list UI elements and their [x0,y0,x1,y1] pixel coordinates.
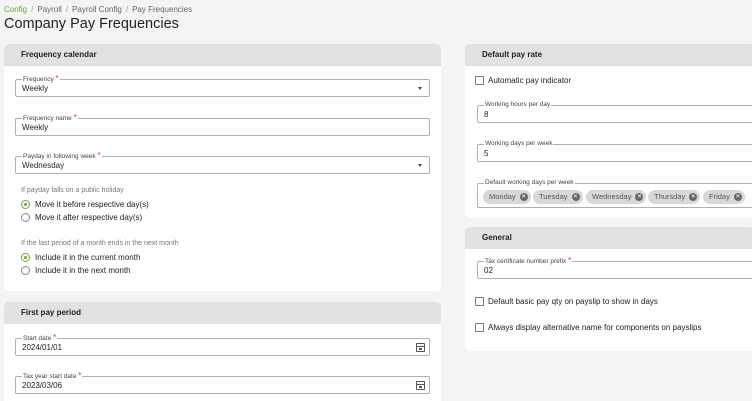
calendar-icon[interactable] [416,381,425,390]
frequency-select[interactable]: Frequency * Weekly [15,74,430,97]
chip-tuesday[interactable]: Tuesday ✕ [533,190,583,204]
tax-certificate-prefix-input[interactable]: Tax certificate number prefix * 02 [477,256,752,279]
radio-label: Include it in the current month [35,253,141,262]
default-working-days-label: Default working days per week [484,178,575,187]
frequency-value: Weekly [22,84,49,93]
remove-chip-icon[interactable]: ✕ [635,193,644,201]
breadcrumb-config[interactable]: Config [4,5,27,14]
checkbox-icon[interactable] [475,297,484,306]
radio-next-month[interactable]: Include it in the next month [21,266,131,275]
remove-chip-icon[interactable]: ✕ [689,193,698,201]
tax-year-start-value: 2023/03/06 [22,381,63,390]
payday-value: Wednesday [22,161,65,170]
chip-friday[interactable]: Friday ✕ [703,190,745,204]
radio-move-before[interactable]: Move it before respective day(s) [21,200,149,209]
breadcrumb-separator: / [65,5,69,14]
working-days-input[interactable]: Working days per week 5 [477,139,752,162]
working-hours-label: Working hours per day [484,100,552,109]
frequency-calendar-header: Frequency calendar [4,44,441,66]
payday-label: Payday in following week * [22,151,102,161]
general-header: General [465,227,752,249]
breadcrumb-separator: / [31,5,34,14]
default-pay-rate-header: Default pay rate [465,44,752,66]
working-days-label: Working days per week [484,139,554,148]
start-date-input[interactable]: Start date * 2024/01/01 [15,333,430,356]
radio-current-month[interactable]: Include it in the current month [21,253,140,262]
working-days-value: 5 [484,149,489,158]
working-hours-input[interactable]: Working hours per day 8 [477,100,752,123]
chevron-down-icon[interactable] [418,164,422,167]
basic-pay-days-checkbox[interactable]: Default basic pay qty on payslip to show… [475,297,658,306]
alternative-name-checkbox[interactable]: Always display alternative name for comp… [475,323,701,332]
remove-chip-icon[interactable]: ✕ [519,193,528,201]
general-card: General Tax certificate number prefix * … [465,227,752,351]
automatic-pay-indicator-checkbox[interactable]: Automatic pay indicator [475,76,571,85]
checkbox-label: Always display alternative name for comp… [488,323,702,332]
payday-select[interactable]: Payday in following week * Wednesday [15,151,430,174]
checkbox-icon[interactable] [475,323,484,332]
tax-certificate-prefix-label: Tax certificate number prefix * [484,256,573,266]
radio-label: Include it in the next month [35,266,131,275]
checkbox-label: Default basic pay qty on payslip to show… [488,297,658,306]
chip-monday[interactable]: Monday ✕ [483,190,531,204]
radio-unselected-icon[interactable] [21,266,30,275]
breadcrumb-payroll-config[interactable]: Payroll Config [72,5,122,14]
chip-wednesday[interactable]: Wednesday ✕ [586,190,647,204]
breadcrumb-separator: / [125,5,129,14]
period-hint: If the last period of a month ends in th… [21,240,179,247]
breadcrumb-payroll[interactable]: Payroll [37,5,61,14]
first-pay-period-header: First pay period [4,302,441,324]
holiday-hint: If payday falls on a public holiday [21,187,124,194]
default-working-days-multiselect[interactable]: Default working days per week Monday ✕ Tu… [477,178,752,208]
checkbox-label: Automatic pay indicator [488,76,572,85]
radio-label: Move it before respective day(s) [35,200,149,209]
start-date-label: Start date * [22,333,58,343]
radio-move-after[interactable]: Move it after respective day(s) [21,213,142,222]
frequency-label: Frequency * [22,74,60,84]
checkbox-icon[interactable] [475,76,484,85]
tax-certificate-prefix-value: 02 [484,266,493,275]
remove-chip-icon[interactable]: ✕ [733,193,742,201]
working-hours-value: 8 [484,110,489,119]
radio-unselected-icon[interactable] [21,213,30,222]
breadcrumb: Config / Payroll / Payroll Config / Pay … [4,5,192,14]
radio-selected-icon[interactable] [21,200,30,209]
radio-selected-icon[interactable] [21,253,30,262]
remove-chip-icon[interactable]: ✕ [571,193,580,201]
tax-year-start-input[interactable]: Tax year start date * 2023/03/06 [15,371,430,394]
frequency-name-value: Weekly [22,123,49,132]
first-pay-period-card: First pay period Start date * 2024/01/01… [4,302,441,401]
tax-year-start-label: Tax year start date * [22,371,83,381]
radio-label: Move it after respective day(s) [35,213,143,222]
start-date-value: 2024/01/01 [22,343,63,352]
chip-thursday[interactable]: Thursday ✕ [648,190,701,204]
breadcrumb-pay-frequencies: Pay Frequencies [132,5,193,14]
frequency-calendar-card: Frequency calendar Frequency * Weekly Fr… [4,44,441,291]
default-pay-rate-card: Default pay rate Automatic pay indicator… [465,44,752,218]
chevron-down-icon[interactable] [418,87,422,90]
frequency-name-input[interactable]: Frequency name * Weekly [15,113,430,136]
frequency-name-label: Frequency name * [22,113,78,123]
page-title: Company Pay Frequencies [4,16,179,32]
calendar-icon[interactable] [416,343,425,352]
